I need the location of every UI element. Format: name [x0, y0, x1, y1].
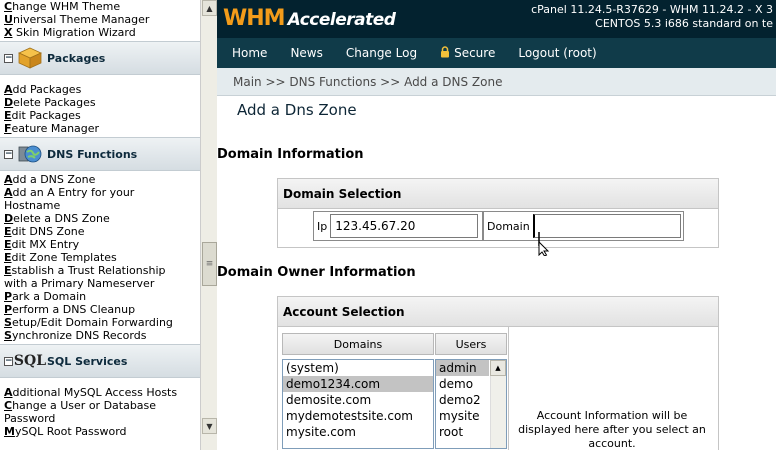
sidebar-link-skin-migration-wizard[interactable]: X Skin Migration Wizard	[0, 26, 200, 39]
domain-option[interactable]: mydemotestsite.com	[283, 408, 433, 424]
nav-news[interactable]: News	[290, 46, 322, 60]
domain-option[interactable]: (system)	[283, 360, 433, 376]
sql-logo-icon: SQL	[13, 353, 47, 369]
users-listbox-scrollbar[interactable]: ▲	[490, 360, 506, 448]
sidebar-link-delete-packages[interactable]: Delete Packages	[0, 96, 200, 109]
main-content: WHM Accelerated cPanel 11.24.5-R37629 - …	[217, 0, 776, 450]
sidebar: Change WHM Theme Universal Theme Manager…	[0, 0, 200, 450]
ip-label: Ip	[317, 219, 328, 233]
package-box-icon	[17, 46, 43, 70]
sidebar-link-establish-trust[interactable]: Establish a Trust Relationship	[0, 264, 200, 277]
panel-title: Domain Selection	[278, 179, 718, 209]
sidebar-link-edit-zone-templates[interactable]: Edit Zone Templates	[0, 251, 200, 264]
users-column: Users admin demo demo2 mysite root ▲	[435, 333, 507, 449]
sidebar-dns-links: Add a DNS Zone Add an A Entry for your H…	[0, 171, 200, 342]
sidebar-packages-links: Add Packages Delete Packages Edit Packag…	[0, 75, 200, 135]
scroll-up-arrow-icon[interactable]: ▲	[202, 0, 217, 16]
domain-field-group: Domain	[483, 211, 684, 241]
sidebar-link-change-whm-theme[interactable]: Change WHM Theme	[0, 0, 200, 13]
whm-logo: WHM Accelerated	[223, 6, 396, 31]
sidebar-link-add-dns-zone[interactable]: Add a DNS Zone	[0, 173, 200, 186]
sidebar-header-label: DNS Functions	[47, 147, 138, 161]
column-divider	[508, 327, 509, 450]
nav-change-log[interactable]: Change Log	[346, 46, 417, 60]
section-title-domain-owner-information: Domain Owner Information	[217, 265, 416, 280]
sidebar-link-mysql-access-hosts[interactable]: Additional MySQL Access Hosts	[0, 386, 200, 399]
sidebar-link-establish-trust-cont[interactable]: with a Primary Nameserver	[0, 277, 200, 290]
sidebar-header-label: Packages	[47, 51, 106, 65]
domain-label: Domain	[487, 219, 530, 233]
domains-listbox[interactable]: (system) demo1234.com demosite.com mydem…	[282, 359, 434, 449]
section-title-domain-information: Domain Information	[217, 147, 364, 162]
domain-selection-panel: Domain Selection Ip Domain	[277, 178, 719, 248]
sidebar-link-dns-cleanup[interactable]: Perform a DNS Cleanup	[0, 303, 200, 316]
sidebar-link-add-a-entry-cont[interactable]: Hostname	[0, 199, 200, 212]
panel-title: Account Selection	[278, 297, 718, 327]
domain-option-selected[interactable]: demo1234.com	[283, 376, 433, 392]
account-selection-panel: Account Selection Domains (system) demo1…	[277, 296, 719, 450]
page-title: Add a Dns Zone	[237, 101, 357, 119]
domain-option[interactable]: demosite.com	[283, 392, 433, 408]
version-info: cPanel 11.24.5-R37629 - WHM 11.24.2 - X …	[531, 3, 773, 30]
sidebar-sql-links: Additional MySQL Access Hosts Change a U…	[0, 378, 200, 438]
domains-header: Domains	[282, 333, 434, 355]
ip-input[interactable]	[330, 214, 479, 238]
domain-input[interactable]	[532, 214, 681, 238]
users-listbox[interactable]: admin demo demo2 mysite root ▲	[435, 359, 507, 449]
sidebar-link-feature-manager[interactable]: Feature Manager	[0, 122, 200, 135]
sidebar-top-links: Change WHM Theme Universal Theme Manager…	[0, 0, 200, 39]
sidebar-header-label: SQL Services	[47, 354, 128, 368]
domains-column: Domains (system) demo1234.com demosite.c…	[282, 333, 434, 449]
sidebar-link-delete-dns-zone[interactable]: Delete a DNS Zone	[0, 212, 200, 225]
sidebar-scrollbar[interactable]: ▲ ≡ ▼	[200, 0, 217, 450]
sidebar-link-domain-forwarding[interactable]: Setup/Edit Domain Forwarding	[0, 316, 200, 329]
scroll-up-arrow-icon[interactable]: ▲	[490, 360, 506, 376]
ip-field-group: Ip	[313, 211, 483, 241]
sidebar-link-sync-dns-records[interactable]: Synchronize DNS Records	[0, 329, 200, 342]
sidebar-header-sql-services[interactable]: − SQL SQL Services	[0, 344, 200, 378]
collapse-icon[interactable]: −	[4, 149, 13, 159]
mouse-cursor-icon	[536, 232, 550, 259]
domain-option[interactable]: mysite.com	[283, 424, 433, 440]
sidebar-link-edit-dns-zone[interactable]: Edit DNS Zone	[0, 225, 200, 238]
scroll-down-arrow-icon[interactable]: ▼	[202, 418, 217, 434]
breadcrumb: Main >> DNS Functions >> Add a DNS Zone	[217, 68, 776, 96]
sidebar-link-add-packages[interactable]: Add Packages	[0, 83, 200, 96]
nav-logout[interactable]: Logout (root)	[518, 46, 596, 60]
sidebar-link-edit-packages[interactable]: Edit Packages	[0, 109, 200, 122]
dns-globe-icon	[17, 142, 43, 166]
sidebar-link-mysql-root-password[interactable]: MySQL Root Password	[0, 425, 200, 438]
sidebar-link-add-a-entry[interactable]: Add an A Entry for your	[0, 186, 200, 199]
sidebar-link-universal-theme-manager[interactable]: Universal Theme Manager	[0, 13, 200, 26]
users-header: Users	[435, 333, 507, 355]
sidebar-header-dns-functions[interactable]: − DNS Functions	[0, 137, 200, 171]
nav-bar: Home News Change Log Secure Logout (root…	[217, 38, 776, 68]
sidebar-link-change-db-password-cont[interactable]: Password	[0, 412, 200, 425]
scroll-thumb[interactable]: ≡	[202, 242, 217, 286]
sidebar-link-park-domain[interactable]: Park a Domain	[0, 290, 200, 303]
user-option-selected[interactable]: admin	[436, 360, 489, 376]
account-info-message: Account Information will be displayed he…	[518, 409, 706, 450]
collapse-icon[interactable]: −	[4, 53, 13, 63]
sidebar-header-packages[interactable]: − Packages	[0, 41, 200, 75]
lock-icon	[440, 45, 450, 61]
nav-home[interactable]: Home	[232, 46, 267, 60]
sidebar-link-edit-mx-entry[interactable]: Edit MX Entry	[0, 238, 200, 251]
header-bar: WHM Accelerated cPanel 11.24.5-R37629 - …	[217, 0, 776, 38]
nav-secure[interactable]: Secure	[440, 45, 495, 61]
collapse-icon[interactable]: −	[4, 356, 13, 366]
sidebar-link-change-db-password[interactable]: Change a User or Database	[0, 399, 200, 412]
